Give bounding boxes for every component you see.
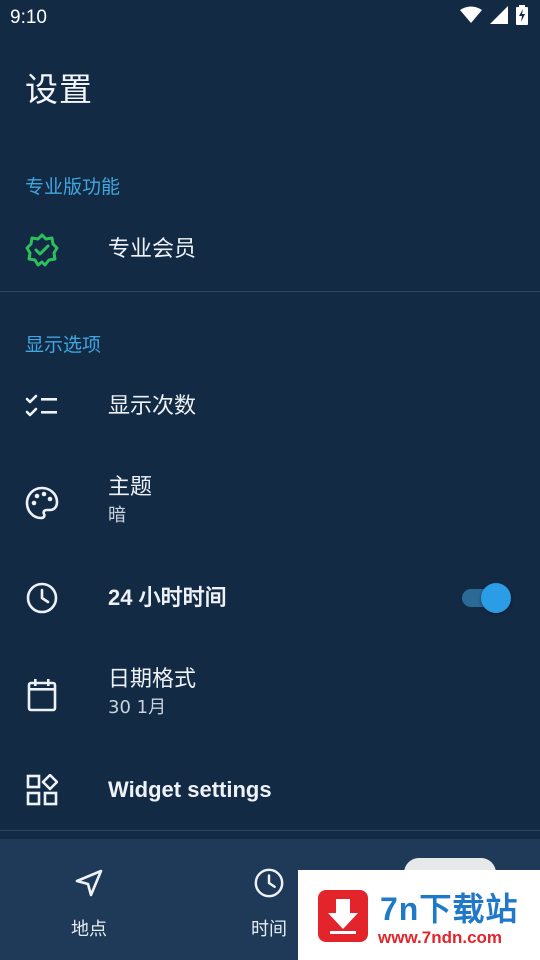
widget-settings-label: Widget settings bbox=[108, 777, 272, 802]
nav-item-places[interactable]: 地点 bbox=[44, 863, 134, 941]
signal-icon bbox=[490, 6, 508, 30]
palette-icon bbox=[24, 485, 60, 521]
wifi-icon bbox=[460, 6, 482, 30]
status-icons bbox=[460, 5, 528, 31]
navigation-arrow-icon bbox=[44, 863, 134, 903]
theme-label: 主题 bbox=[108, 475, 153, 500]
widget-settings-row[interactable]: Widget settings bbox=[0, 760, 540, 820]
divider bbox=[0, 291, 540, 292]
show-count-row[interactable]: 显示次数 bbox=[0, 378, 540, 438]
toggle-thumb bbox=[481, 583, 511, 613]
pro-member-row[interactable]: 专业会员 bbox=[0, 220, 540, 280]
status-bar: 9:10 bbox=[0, 0, 540, 36]
divider bbox=[0, 830, 540, 831]
date-format-value: 30 1月 bbox=[108, 697, 167, 718]
battery-charging-icon bbox=[516, 5, 528, 31]
time24-label: 24 小时时间 bbox=[108, 585, 227, 610]
clock-icon bbox=[24, 580, 60, 616]
section-header-display: 显示选项 bbox=[25, 334, 102, 356]
time24-toggle[interactable] bbox=[460, 583, 512, 613]
watermark-banner: 7n下载站 www.7ndn.com bbox=[298, 870, 540, 960]
widgets-icon bbox=[24, 772, 60, 808]
watermark-url: www.7ndn.com bbox=[378, 928, 503, 947]
calendar-icon bbox=[24, 677, 60, 713]
download-arrow-icon bbox=[318, 890, 368, 942]
verified-badge-icon bbox=[24, 232, 60, 268]
pro-member-label: 专业会员 bbox=[108, 237, 197, 262]
section-header-pro: 专业版功能 bbox=[25, 176, 121, 198]
status-time: 9:10 bbox=[10, 7, 47, 28]
time24-row[interactable]: 24 小时时间 bbox=[0, 568, 540, 628]
date-format-label: 日期格式 bbox=[108, 667, 197, 692]
theme-value: 暗 bbox=[108, 505, 126, 526]
date-format-row[interactable]: 日期格式 30 1月 bbox=[0, 660, 540, 730]
watermark-title: 7n下载站 bbox=[380, 891, 519, 927]
theme-row[interactable]: 主题 暗 bbox=[0, 468, 540, 538]
show-count-label: 显示次数 bbox=[108, 394, 197, 419]
checklist-icon bbox=[24, 389, 60, 425]
nav-label-places: 地点 bbox=[71, 919, 107, 940]
page-title: 设置 bbox=[25, 70, 93, 109]
